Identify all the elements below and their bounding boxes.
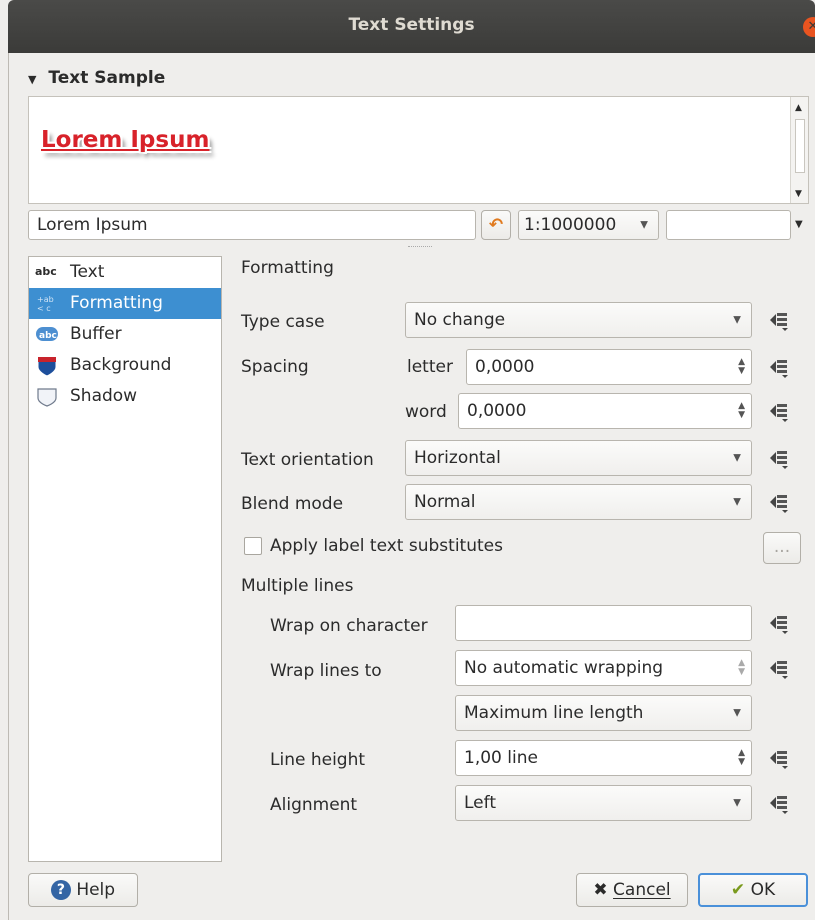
spin-arrows-icon[interactable]: ▲ ▼: [738, 659, 745, 677]
data-defined-override-button[interactable]: [768, 792, 790, 814]
data-defined-icon: [770, 404, 788, 422]
color-dropdown[interactable]: ▼: [792, 210, 808, 240]
background-shield-icon: [35, 355, 61, 377]
sidebar-item-shadow[interactable]: Shadow: [29, 381, 221, 412]
wrap-character-input[interactable]: [455, 605, 752, 641]
chevron-down-icon: ▼: [795, 219, 803, 230]
data-defined-icon: [770, 616, 788, 634]
data-defined-override-button[interactable]: [768, 657, 790, 679]
title-bar: Text Settings ✕: [8, 0, 815, 53]
data-defined-override-button[interactable]: [768, 447, 790, 469]
data-defined-override-button[interactable]: [768, 491, 790, 513]
word-spacing-label: word: [405, 402, 447, 422]
data-defined-icon: [770, 796, 788, 814]
data-defined-icon: [770, 495, 788, 513]
scale-combo[interactable]: 1:1000000 ▼: [518, 210, 659, 240]
shadow-icon: [35, 386, 61, 407]
sidebar-item-formatting[interactable]: +ab < c Formatting: [29, 288, 221, 319]
chevron-down-icon: ▼: [733, 314, 741, 326]
word-spacing-spinbox[interactable]: 0,0000 ▲ ▼: [458, 393, 752, 429]
scroll-down-icon[interactable]: ▼: [795, 189, 802, 199]
spacing-label: Spacing: [241, 357, 309, 377]
reset-sample-button[interactable]: ↶: [481, 210, 511, 240]
data-defined-override-button[interactable]: [768, 612, 790, 634]
text-orientation-combo[interactable]: Horizontal ▼: [405, 440, 752, 476]
cancel-icon: ✖: [593, 880, 608, 900]
preview-text: Lorem Ipsum: [41, 127, 210, 153]
svg-text:+ab: +ab: [37, 295, 54, 304]
help-button[interactable]: ? Help: [28, 873, 138, 907]
sidebar-item-buffer[interactable]: abc Buffer: [29, 319, 221, 350]
data-defined-override-button[interactable]: [768, 356, 790, 378]
spin-arrows-icon[interactable]: ▲ ▼: [738, 402, 745, 420]
wrap-character-label: Wrap on character: [270, 616, 428, 636]
chevron-down-icon: ▼: [733, 797, 741, 809]
data-defined-icon: [770, 451, 788, 469]
substitutes-checkbox[interactable]: [244, 537, 262, 555]
spin-arrows-icon[interactable]: ▲ ▼: [738, 358, 745, 376]
text-orientation-label: Text orientation: [241, 450, 374, 470]
chevron-down-icon: ▼: [733, 452, 741, 464]
ok-button[interactable]: ✔ OK: [698, 873, 808, 907]
spin-arrows-icon[interactable]: ▲ ▼: [738, 749, 745, 767]
settings-list: abc Text +ab < c Formatting abc Buffer Ba…: [28, 256, 222, 862]
collapse-triangle-icon: ▼: [28, 73, 37, 86]
data-defined-override-button[interactable]: [768, 747, 790, 769]
buffer-icon: abc: [35, 324, 61, 344]
sidebar-item-background[interactable]: Background: [29, 350, 221, 381]
line-height-spinbox[interactable]: 1,00 line ▲ ▼: [455, 740, 752, 776]
sidebar-item-text[interactable]: abc Text: [29, 257, 221, 288]
formatting-icon: +ab < c: [35, 293, 61, 313]
substitutes-label: Apply label text substitutes: [270, 536, 503, 556]
multiple-lines-heading: Multiple lines: [241, 576, 354, 596]
data-defined-icon: [770, 751, 788, 769]
scroll-up-icon[interactable]: ▲: [795, 103, 802, 113]
data-defined-override-button[interactable]: [768, 309, 790, 331]
data-defined-icon: [770, 661, 788, 679]
blend-mode-label: Blend mode: [241, 494, 344, 514]
letter-spacing-spinbox[interactable]: 0,0000 ▲ ▼: [466, 349, 752, 385]
checkmark-icon: ✔: [730, 880, 746, 900]
preview-scrollbar[interactable]: ▲ ▼: [790, 97, 808, 203]
text-sample-header[interactable]: ▼ Text Sample: [28, 68, 165, 88]
formatting-heading: Formatting: [241, 258, 334, 278]
sample-text-input[interactable]: Lorem Ipsum: [28, 210, 476, 240]
type-case-combo[interactable]: No change ▼: [405, 302, 752, 338]
background-color-button[interactable]: [666, 210, 791, 240]
data-defined-override-button[interactable]: [768, 400, 790, 422]
scroll-thumb[interactable]: [795, 119, 805, 173]
alignment-label: Alignment: [270, 795, 358, 815]
abc-text-icon: abc: [35, 265, 57, 278]
reset-icon: ↶: [488, 215, 504, 235]
svg-text:< c: < c: [37, 304, 51, 313]
section-title: Text Sample: [48, 68, 166, 88]
blend-mode-combo[interactable]: Normal ▼: [405, 484, 752, 520]
splitter-handle[interactable]: [408, 246, 432, 247]
window-title: Text Settings: [348, 15, 475, 35]
edit-substitutes-button[interactable]: ...: [763, 532, 801, 564]
letter-spacing-label: letter: [407, 357, 453, 377]
type-case-label: Type case: [241, 312, 325, 332]
data-defined-icon: [770, 313, 788, 331]
wrap-mode-combo[interactable]: Maximum line length ▼: [455, 695, 752, 731]
help-icon: ?: [50, 880, 71, 900]
wrap-lines-label: Wrap lines to: [270, 661, 382, 681]
chevron-down-icon: ▼: [640, 219, 648, 231]
cancel-button[interactable]: ✖ Cancel: [576, 873, 688, 907]
chevron-down-icon: ▼: [733, 707, 741, 719]
data-defined-icon: [770, 360, 788, 378]
chevron-down-icon: ▼: [733, 496, 741, 508]
alignment-combo[interactable]: Left ▼: [455, 785, 752, 821]
text-sample-preview: Lorem Ipsum ▲ ▼: [28, 96, 809, 204]
line-height-label: Line height: [270, 750, 366, 770]
wrap-lines-spinbox[interactable]: No automatic wrapping ▲ ▼: [455, 650, 752, 686]
svg-text:abc: abc: [39, 331, 57, 341]
